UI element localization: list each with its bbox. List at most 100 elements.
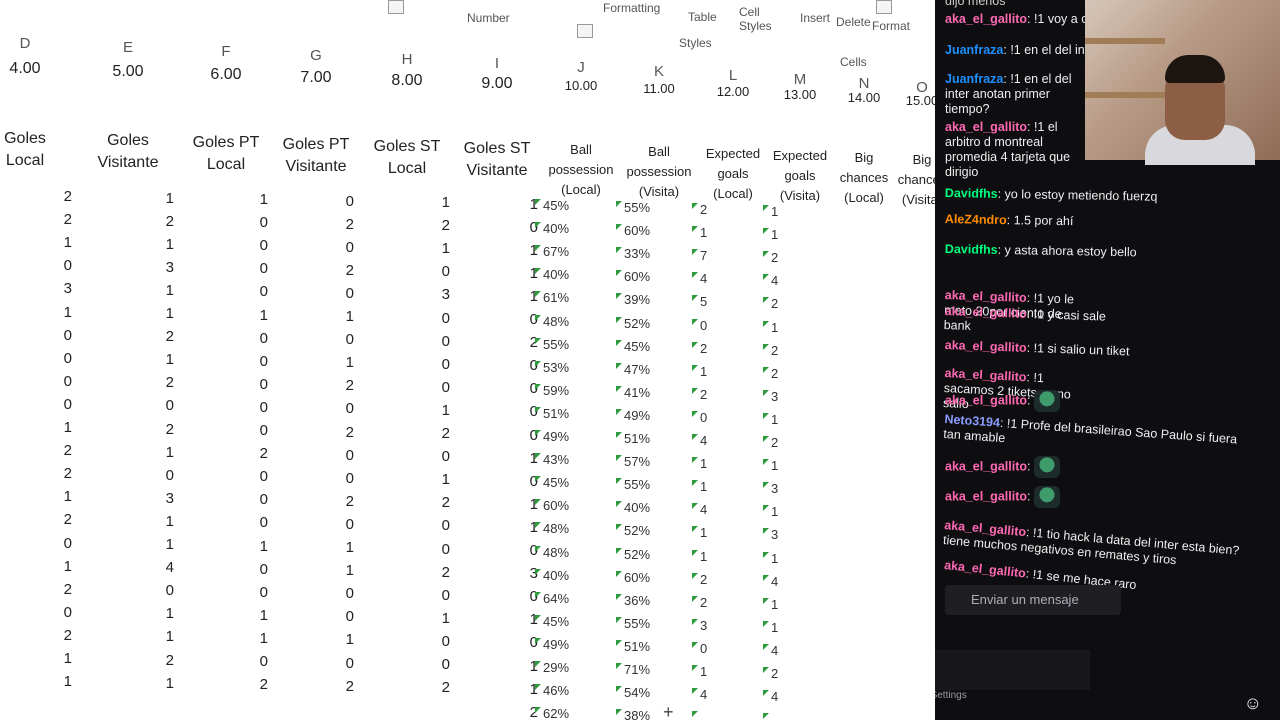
table-cell[interactable]: 2 bbox=[134, 328, 174, 345]
column-letter-g[interactable]: G bbox=[296, 47, 336, 64]
expected-goals-cell[interactable]: 1 bbox=[691, 479, 707, 494]
possession-cell[interactable]: 52% bbox=[615, 523, 650, 538]
table-cell[interactable]: 2 bbox=[314, 678, 354, 695]
table-cell[interactable]: 1 bbox=[498, 496, 538, 513]
table-cell[interactable]: 0 bbox=[228, 353, 268, 370]
table-cell[interactable]: 0 bbox=[410, 356, 450, 373]
column-letter-f[interactable]: F bbox=[206, 43, 246, 60]
table-cell[interactable]: 0 bbox=[228, 330, 268, 347]
table-cell[interactable]: 2 bbox=[410, 679, 450, 696]
column-header-cell[interactable]: Goles Visitante bbox=[88, 130, 168, 174]
chat-username[interactable]: aka_el_gallito bbox=[945, 288, 1027, 305]
possession-cell[interactable]: 51% bbox=[615, 431, 650, 446]
possession-cell[interactable]: 60% bbox=[615, 570, 650, 585]
table-cell[interactable]: 1 bbox=[498, 658, 538, 675]
table-cell[interactable]: 1 bbox=[32, 650, 72, 667]
possession-cell[interactable]: 52% bbox=[615, 547, 650, 562]
table-cell[interactable]: 0 bbox=[314, 655, 354, 672]
possession-cell[interactable]: 49% bbox=[534, 637, 569, 652]
possession-cell[interactable]: 52% bbox=[615, 316, 650, 331]
table-cell[interactable]: 1 bbox=[314, 539, 354, 556]
possession-cell[interactable]: 45% bbox=[534, 614, 569, 629]
table-cell[interactable]: 0 bbox=[314, 447, 354, 464]
table-cell[interactable]: 1 bbox=[498, 611, 538, 628]
expected-goals-cell[interactable]: 1 bbox=[762, 204, 778, 219]
table-cell[interactable]: 2 bbox=[32, 188, 72, 205]
column-letter-i[interactable]: I bbox=[477, 55, 517, 72]
table-cell[interactable]: 0 bbox=[498, 357, 538, 374]
table-cell[interactable]: 0 bbox=[410, 310, 450, 327]
table-cell[interactable]: 0 bbox=[498, 403, 538, 420]
chat-username[interactable]: Davidfhs bbox=[945, 242, 998, 257]
expected-goals-cell[interactable]: 0 bbox=[691, 318, 707, 333]
table-cell[interactable]: 2 bbox=[134, 652, 174, 669]
table-cell[interactable]: 0 bbox=[410, 587, 450, 604]
possession-cell[interactable]: 36% bbox=[615, 593, 650, 608]
possession-cell[interactable]: 59% bbox=[534, 383, 569, 398]
expected-goals-cell[interactable]: 4 bbox=[762, 643, 778, 658]
expected-goals-cell[interactable]: 1 bbox=[691, 525, 707, 540]
possession-cell[interactable]: 40% bbox=[534, 221, 569, 236]
table-cell[interactable]: 0 bbox=[228, 283, 268, 300]
expected-goals-cell[interactable]: 2 bbox=[691, 595, 707, 610]
possession-cell[interactable]: 55% bbox=[615, 616, 650, 631]
table-cell[interactable]: 1 bbox=[410, 402, 450, 419]
table-cell[interactable]: 0 bbox=[498, 380, 538, 397]
table-cell[interactable]: 0 bbox=[228, 260, 268, 277]
expected-goals-cell[interactable]: 5 bbox=[691, 294, 707, 309]
chat-username[interactable]: Juanfraza bbox=[945, 43, 1003, 57]
table-cell[interactable]: 3 bbox=[134, 490, 174, 507]
column-number-header[interactable]: 13.00 bbox=[770, 87, 830, 102]
table-cell[interactable]: 0 bbox=[32, 373, 72, 390]
table-cell[interactable]: 0 bbox=[410, 633, 450, 650]
table-cell[interactable]: 2 bbox=[134, 421, 174, 438]
expected-goals-cell[interactable]: 2 bbox=[691, 572, 707, 587]
possession-cell[interactable]: 64% bbox=[534, 591, 569, 606]
table-cell[interactable]: 0 bbox=[314, 285, 354, 302]
expected-goals-cell[interactable]: 4 bbox=[691, 433, 707, 448]
column-number-header[interactable]: 4.00 bbox=[0, 60, 55, 78]
table-cell[interactable]: 2 bbox=[410, 564, 450, 581]
table-cell[interactable]: 0 bbox=[498, 427, 538, 444]
table-cell[interactable]: 1 bbox=[228, 607, 268, 624]
table-cell[interactable]: 0 bbox=[134, 467, 174, 484]
table-cell[interactable]: 1 bbox=[32, 558, 72, 575]
table-cell[interactable]: 0 bbox=[410, 263, 450, 280]
table-cell[interactable]: 1 bbox=[134, 675, 174, 692]
table-cell[interactable]: 1 bbox=[134, 236, 174, 253]
chat-username[interactable]: aka_el_gallito bbox=[945, 393, 1027, 407]
table-cell[interactable]: 2 bbox=[314, 424, 354, 441]
possession-cell[interactable]: 48% bbox=[534, 314, 569, 329]
table-cell[interactable]: 0 bbox=[410, 517, 450, 534]
chat-message-input[interactable]: Enviar un mensaje bbox=[945, 585, 1121, 615]
table-cell[interactable]: 0 bbox=[410, 448, 450, 465]
table-cell[interactable]: 0 bbox=[32, 396, 72, 413]
table-cell[interactable]: 0 bbox=[228, 422, 268, 439]
expected-goals-cell[interactable]: 2 bbox=[691, 341, 707, 356]
table-cell[interactable]: 3 bbox=[410, 286, 450, 303]
table-cell[interactable]: 1 bbox=[228, 538, 268, 555]
table-cell[interactable]: 0 bbox=[314, 516, 354, 533]
column-header-cell[interactable]: Goles PT Local bbox=[186, 132, 266, 176]
table-cell[interactable]: 0 bbox=[410, 333, 450, 350]
possession-cell[interactable]: 40% bbox=[534, 568, 569, 583]
table-cell[interactable]: 1 bbox=[228, 307, 268, 324]
expected-goals-cell[interactable]: 4 bbox=[691, 687, 707, 702]
chat-username[interactable]: aka_el_gallito bbox=[945, 120, 1027, 134]
table-cell[interactable]: 2 bbox=[314, 216, 354, 233]
table-cell[interactable]: 1 bbox=[314, 354, 354, 371]
expected-goals-cell[interactable]: 2 bbox=[762, 366, 778, 381]
table-cell[interactable]: 2 bbox=[314, 262, 354, 279]
possession-cell[interactable]: 55% bbox=[615, 477, 650, 492]
table-cell[interactable]: 1 bbox=[134, 351, 174, 368]
column-header-cell[interactable]: Goles PT Visitante bbox=[276, 134, 356, 178]
table-cell[interactable]: 2 bbox=[410, 494, 450, 511]
expected-goals-cell[interactable]: 1 bbox=[691, 225, 707, 240]
table-cell[interactable]: 0 bbox=[498, 588, 538, 605]
column-number-header[interactable]: 10.00 bbox=[551, 78, 611, 93]
expected-goals-cell[interactable]: 1 bbox=[691, 364, 707, 379]
table-cell[interactable]: 0 bbox=[498, 542, 538, 559]
table-cell[interactable]: 1 bbox=[32, 488, 72, 505]
expected-goals-cell[interactable]: 4 bbox=[691, 502, 707, 517]
possession-cell[interactable]: 71% bbox=[615, 662, 650, 677]
